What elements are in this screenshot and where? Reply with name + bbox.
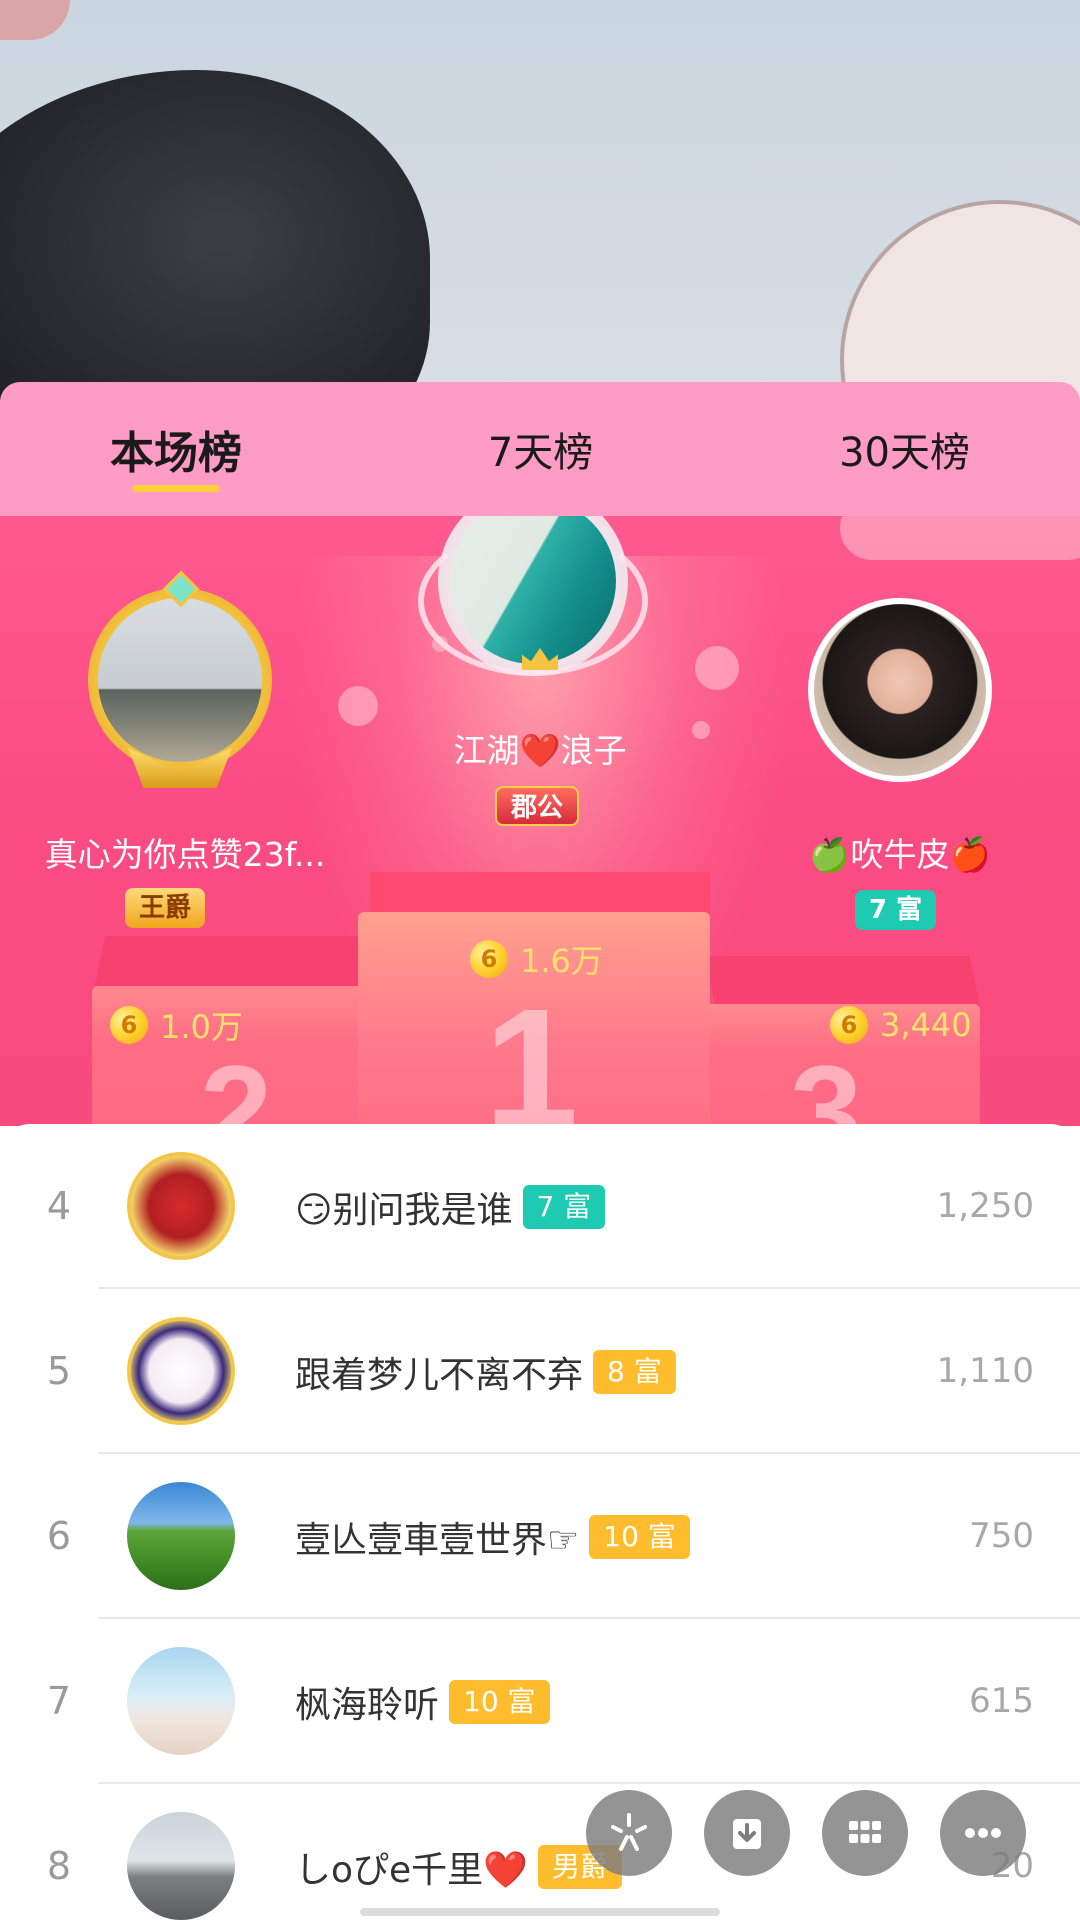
- list-item[interactable]: 7 枫海聆听 10 富 615: [0, 1619, 1080, 1784]
- list-item[interactable]: 5 跟着梦儿不离不弃 8 富 1,110: [0, 1289, 1080, 1454]
- second-place-rank-badge: 王爵: [125, 888, 206, 928]
- user-name: 枫海聆听: [295, 1684, 440, 1726]
- first-place-rank-badge: 郡公: [495, 786, 580, 826]
- level-badge: 10 富: [449, 1679, 550, 1724]
- home-indicator[interactable]: [360, 1908, 720, 1916]
- level-badge: 10 富: [589, 1514, 690, 1559]
- second-place-avatar[interactable]: [88, 588, 272, 772]
- list-item[interactable]: 4 😏别问我是谁 7 富 1,250: [0, 1124, 1080, 1289]
- effects-button[interactable]: [586, 1790, 672, 1876]
- leaderboard-tabs: 本场榜 7天榜 30天榜: [0, 382, 1080, 516]
- user-name-cell: しοぴe千里❤️ 男爵: [295, 1784, 623, 1920]
- first-place-name: 江湖❤️浪子: [453, 731, 627, 770]
- contribution-value: 1,110: [936, 1351, 1034, 1391]
- tab-30-days[interactable]: 30天榜: [839, 382, 970, 516]
- rank-number: 7: [46, 1679, 72, 1723]
- ranking-list: 4 😏别问我是谁 7 富 1,250 5 跟着梦儿不离不弃 8 富 1,110 …: [0, 1124, 1080, 1920]
- bubble-decoration: [695, 646, 739, 690]
- podium-first-top: [370, 872, 710, 914]
- avatar[interactable]: [127, 1812, 235, 1920]
- second-place-score: 6 1.0万: [110, 1002, 243, 1048]
- tab-label: 7天榜: [487, 430, 594, 476]
- user-name: 跟着梦儿不离不弃: [295, 1354, 584, 1396]
- top-three-podium: 2 3 1 江湖❤️浪子 郡公 6 1.6万 真心为你点赞23f... 王爵 6…: [0, 516, 1080, 1126]
- rank-number: 6: [46, 1514, 72, 1558]
- more-button[interactable]: [940, 1790, 1026, 1876]
- tab-7-days[interactable]: 7天榜: [488, 382, 593, 516]
- avatar[interactable]: [127, 1482, 235, 1590]
- third-place-score-value: 3,440: [880, 1006, 972, 1044]
- podium-third-digit: 3: [790, 1038, 863, 1126]
- user-name: 壹亾壹車壹世界☞: [295, 1519, 580, 1561]
- level-badge: 8 富: [593, 1349, 676, 1394]
- first-place-score: 6 1.6万: [470, 936, 603, 982]
- second-place-name: 真心为你点赞23f...: [44, 835, 326, 874]
- podium-third-top: [704, 956, 981, 1006]
- coin-icon: 6: [830, 1006, 868, 1044]
- first-place-score-value: 1.6万: [520, 942, 603, 980]
- third-place-avatar[interactable]: [808, 598, 992, 782]
- grid-icon: [849, 1821, 881, 1843]
- rank-number: 4: [46, 1184, 72, 1228]
- contribution-value: 750: [969, 1516, 1034, 1556]
- tab-label: 本场榜: [110, 428, 242, 479]
- avatar[interactable]: [127, 1152, 235, 1260]
- user-name-cell: 😏别问我是谁 7 富: [295, 1124, 606, 1289]
- coin-icon: 6: [470, 940, 508, 978]
- second-place-score-value: 1.0万: [160, 1008, 243, 1046]
- more-icon: [965, 1828, 1001, 1838]
- bubble-decoration: [338, 686, 378, 726]
- user-name-cell: 枫海聆听 10 富: [295, 1619, 550, 1784]
- sparkle-icon: [611, 1813, 647, 1851]
- tab-label: 30天榜: [839, 430, 970, 476]
- user-name: しοぴe千里❤️: [295, 1849, 528, 1891]
- podium-first-digit: 1: [484, 974, 579, 1126]
- third-place-name: 🍏吹牛皮🍎: [809, 835, 991, 874]
- rank-number: 5: [46, 1349, 72, 1393]
- download-button[interactable]: [704, 1790, 790, 1876]
- list-item[interactable]: 8 しοぴe千里❤️ 男爵 20: [0, 1784, 1080, 1920]
- podium-second-top: [94, 936, 371, 986]
- apps-button[interactable]: [822, 1790, 908, 1876]
- coin-icon: 6: [110, 1006, 148, 1044]
- avatar[interactable]: [127, 1317, 235, 1425]
- rank-number: 8: [46, 1844, 72, 1888]
- tab-active-indicator: [132, 485, 220, 492]
- user-name-cell: 跟着梦儿不离不弃 8 富: [295, 1289, 676, 1454]
- live-video-background: [0, 0, 1080, 400]
- podium-second-digit: 2: [200, 1038, 273, 1126]
- video-hair-shape: [0, 70, 430, 400]
- list-item[interactable]: 6 壹亾壹車壹世界☞ 10 富 750: [0, 1454, 1080, 1619]
- corner-pill-decoration: [840, 516, 1080, 560]
- first-place-wings-decoration: [418, 526, 648, 676]
- contribution-value: 615: [969, 1681, 1034, 1721]
- tab-this-session[interactable]: 本场榜: [110, 382, 242, 516]
- third-place-score: 6 3,440: [830, 1006, 972, 1044]
- contribution-value: 1,250: [936, 1186, 1034, 1226]
- video-umbrella-shape: [840, 200, 1080, 400]
- download-icon: [733, 1819, 761, 1849]
- level-badge: 7 富: [522, 1184, 606, 1229]
- user-name: 😏别问我是谁: [295, 1189, 513, 1231]
- video-bow-shape: [0, 0, 70, 40]
- avatar[interactable]: [127, 1647, 235, 1755]
- third-place-level-badge: 7 富: [855, 890, 937, 930]
- user-name-cell: 壹亾壹車壹世界☞ 10 富: [295, 1454, 690, 1619]
